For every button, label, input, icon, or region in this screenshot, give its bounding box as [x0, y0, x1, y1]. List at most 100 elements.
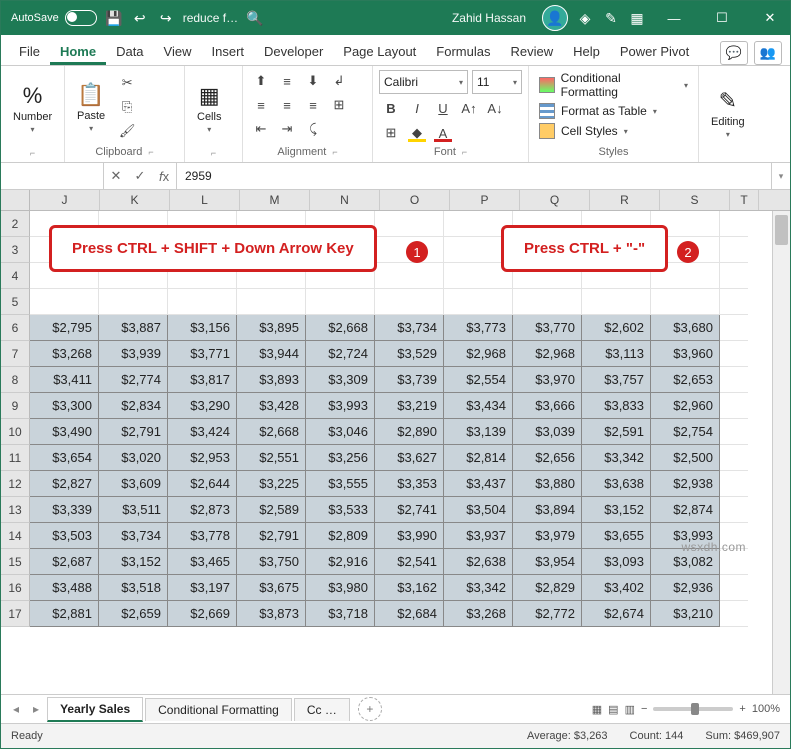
cell-M8[interactable]: $3,893 — [237, 367, 306, 393]
cell-empty[interactable] — [375, 289, 444, 315]
cell-N16[interactable]: $3,980 — [306, 575, 375, 601]
cell-K12[interactable]: $3,609 — [99, 471, 168, 497]
cut-icon[interactable]: ✂ — [115, 72, 139, 94]
cell-N9[interactable]: $3,993 — [306, 393, 375, 419]
cancel-formula-icon[interactable]: ✕ — [104, 168, 128, 184]
cell-N10[interactable]: $3,046 — [306, 419, 375, 445]
cell-K6[interactable]: $3,887 — [99, 315, 168, 341]
conditional-formatting-button[interactable]: Conditional Formatting▾ — [535, 70, 692, 100]
cell-L6[interactable]: $3,156 — [168, 315, 237, 341]
cell-empty[interactable] — [720, 575, 748, 601]
cell-K7[interactable]: $3,939 — [99, 341, 168, 367]
merge-icon[interactable]: ⊞ — [327, 94, 351, 116]
row-header-17[interactable]: 17 — [1, 601, 30, 627]
zoom-out-icon[interactable]: − — [641, 703, 647, 715]
fill-color-icon[interactable]: ◆ — [405, 122, 429, 144]
cell-Q7[interactable]: $2,968 — [513, 341, 582, 367]
cell-R17[interactable]: $2,674 — [582, 601, 651, 627]
cell-empty[interactable] — [30, 289, 99, 315]
align-middle-icon[interactable]: ≡ — [275, 70, 299, 92]
cell-Q8[interactable]: $3,970 — [513, 367, 582, 393]
cell-O12[interactable]: $3,353 — [375, 471, 444, 497]
cell-P6[interactable]: $3,773 — [444, 315, 513, 341]
decrease-font-icon[interactable]: A↓ — [483, 97, 507, 119]
cell-M11[interactable]: $2,551 — [237, 445, 306, 471]
cell-J10[interactable]: $3,490 — [30, 419, 99, 445]
cell-empty[interactable] — [237, 289, 306, 315]
cell-Q11[interactable]: $2,656 — [513, 445, 582, 471]
cell-N11[interactable]: $3,256 — [306, 445, 375, 471]
cell-empty[interactable] — [720, 341, 748, 367]
cell-empty[interactable] — [720, 393, 748, 419]
undo-icon[interactable]: ↩ — [131, 9, 149, 27]
increase-indent-icon[interactable]: ⇥ — [275, 118, 299, 140]
cell-J14[interactable]: $3,503 — [30, 523, 99, 549]
cell-empty[interactable] — [720, 289, 748, 315]
cell-P8[interactable]: $2,554 — [444, 367, 513, 393]
scroll-thumb[interactable] — [775, 215, 788, 245]
underline-icon[interactable]: U — [431, 97, 455, 119]
copy-icon[interactable]: ⎘ — [115, 96, 139, 118]
cell-empty[interactable] — [720, 601, 748, 627]
row-header-10[interactable]: 10 — [1, 419, 30, 445]
row-header-11[interactable]: 11 — [1, 445, 30, 471]
cell-empty[interactable] — [375, 263, 444, 289]
cell-N12[interactable]: $3,555 — [306, 471, 375, 497]
cell-R16[interactable]: $3,402 — [582, 575, 651, 601]
cell-styles-button[interactable]: Cell Styles▾ — [535, 122, 632, 140]
cell-J12[interactable]: $2,827 — [30, 471, 99, 497]
save-icon[interactable]: 💾 — [105, 9, 123, 27]
tab-review[interactable]: Review — [500, 38, 563, 65]
cell-R15[interactable]: $3,093 — [582, 549, 651, 575]
cell-M15[interactable]: $3,750 — [237, 549, 306, 575]
cell-L12[interactable]: $2,644 — [168, 471, 237, 497]
sheet-tab-yearly-sales[interactable]: Yearly Sales — [47, 697, 143, 722]
row-header-16[interactable]: 16 — [1, 575, 30, 601]
row-header-15[interactable]: 15 — [1, 549, 30, 575]
cell-empty[interactable] — [720, 367, 748, 393]
cell-L14[interactable]: $3,778 — [168, 523, 237, 549]
cell-S11[interactable]: $2,500 — [651, 445, 720, 471]
col-header-O[interactable]: O — [380, 190, 450, 210]
zoom-level[interactable]: 100% — [752, 703, 780, 715]
tab-page-layout[interactable]: Page Layout — [333, 38, 426, 65]
cell-K17[interactable]: $2,659 — [99, 601, 168, 627]
cell-K10[interactable]: $2,791 — [99, 419, 168, 445]
cell-O15[interactable]: $2,541 — [375, 549, 444, 575]
cell-empty[interactable] — [720, 237, 748, 263]
cell-K16[interactable]: $3,518 — [99, 575, 168, 601]
cell-R14[interactable]: $3,655 — [582, 523, 651, 549]
cell-N14[interactable]: $2,809 — [306, 523, 375, 549]
row-header-3[interactable]: 3 — [1, 237, 30, 263]
cell-P9[interactable]: $3,434 — [444, 393, 513, 419]
comments-icon[interactable]: 💬 — [720, 41, 748, 65]
cell-M17[interactable]: $3,873 — [237, 601, 306, 627]
tab-home[interactable]: Home — [50, 38, 106, 65]
enter-formula-icon[interactable]: ✓ — [128, 168, 152, 184]
col-header-N[interactable]: N — [310, 190, 380, 210]
tab-developer[interactable]: Developer — [254, 38, 333, 65]
row-header-6[interactable]: 6 — [1, 315, 30, 341]
number-format-button[interactable]: %Number▾ — [7, 81, 58, 136]
paste-button[interactable]: 📋Paste▾ — [71, 80, 111, 135]
cell-S12[interactable]: $2,938 — [651, 471, 720, 497]
cell-empty[interactable] — [306, 289, 375, 315]
cell-S17[interactable]: $3,210 — [651, 601, 720, 627]
row-header-9[interactable]: 9 — [1, 393, 30, 419]
cell-Q16[interactable]: $2,829 — [513, 575, 582, 601]
increase-font-icon[interactable]: A↑ — [457, 97, 481, 119]
cell-O9[interactable]: $3,219 — [375, 393, 444, 419]
align-center-icon[interactable]: ≡ — [275, 94, 299, 116]
format-painter-icon[interactable]: 🖌 — [115, 120, 139, 142]
maximize-button[interactable]: ☐ — [702, 1, 742, 35]
tab-data[interactable]: Data — [106, 38, 153, 65]
cell-S7[interactable]: $3,960 — [651, 341, 720, 367]
cell-L13[interactable]: $2,873 — [168, 497, 237, 523]
close-button[interactable]: ✕ — [750, 1, 790, 35]
ribbon-display-icon[interactable]: ▦ — [628, 9, 646, 27]
cell-J11[interactable]: $3,654 — [30, 445, 99, 471]
cell-J16[interactable]: $3,488 — [30, 575, 99, 601]
cell-O17[interactable]: $2,684 — [375, 601, 444, 627]
col-header-L[interactable]: L — [170, 190, 240, 210]
cell-K11[interactable]: $3,020 — [99, 445, 168, 471]
